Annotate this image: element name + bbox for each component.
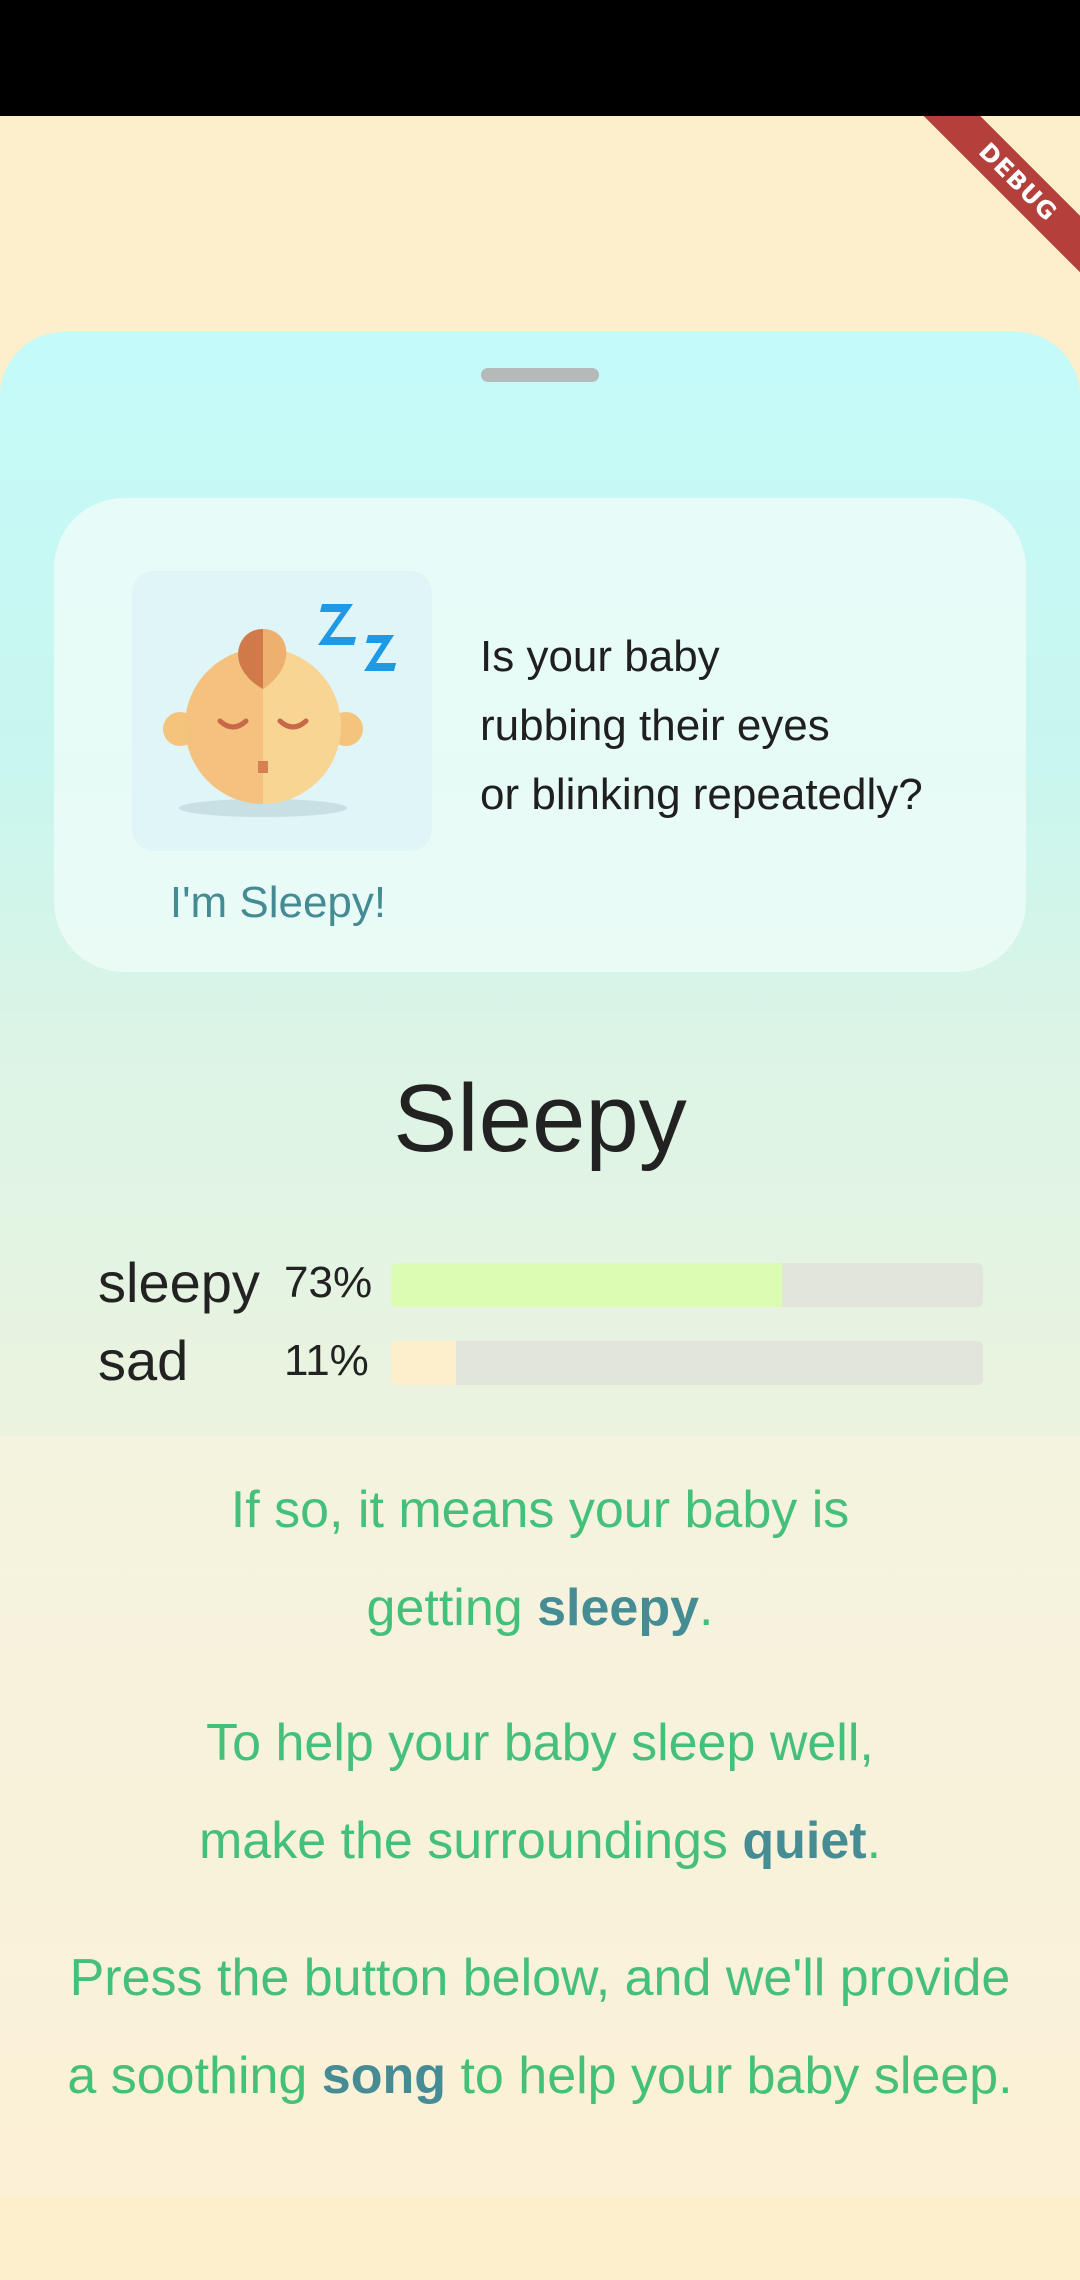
emotion-icon-box xyxy=(132,571,432,851)
advice-line: getting sleepy. xyxy=(366,1579,714,1637)
emotion-question: Is your baby rubbing their eyes or blink… xyxy=(480,622,1000,829)
advice-line: make the surroundings quiet. xyxy=(198,1812,882,1870)
probability-bar-fill xyxy=(391,1341,457,1385)
probability-bar-track xyxy=(391,1263,983,1307)
advice-paragraph-1: If so, it means your baby is getting sle… xyxy=(0,1461,1080,1657)
keyword-song: song xyxy=(321,2047,447,2105)
advice-line: If so, it means your baby is xyxy=(230,1481,850,1539)
probability-label: sleepy xyxy=(98,1251,260,1314)
emotion-card: I'm Sleepy! Is your baby rubbing their e… xyxy=(54,498,1026,972)
advice-paragraph-2: To help your baby sleep well, make the s… xyxy=(0,1694,1080,1890)
probability-row-sleepy: sleepy 73% xyxy=(0,1253,1080,1313)
question-line: or blinking repeatedly? xyxy=(480,770,923,819)
probability-bar-track xyxy=(391,1341,983,1385)
debug-banner: DEBUG xyxy=(910,116,1080,286)
result-title: Sleepy xyxy=(393,1065,687,1172)
probability-row-sad: sad 11% xyxy=(0,1331,1080,1391)
advice-line: To help your baby sleep well, xyxy=(206,1714,874,1772)
advice-paragraph-3: Press the button below, and we'll provid… xyxy=(0,1929,1080,2125)
status-bar xyxy=(0,0,1080,116)
probability-label: sad xyxy=(98,1329,189,1392)
advice-section: If so, it means your baby is getting sle… xyxy=(0,1436,1080,2196)
keyword-quiet: quiet xyxy=(742,1812,867,1870)
probability-bar-fill xyxy=(391,1263,782,1307)
question-line: Is your baby xyxy=(480,632,720,681)
probability-percent: 73% xyxy=(284,1258,373,1307)
sleeping-baby-icon xyxy=(163,604,396,817)
keyword-sleepy: sleepy xyxy=(537,1579,699,1637)
debug-label: DEBUG xyxy=(911,116,1080,286)
advice-line: Press the button below, and we'll provid… xyxy=(69,1949,1011,2007)
advice-line: a soothing song to help your baby sleep. xyxy=(67,2047,1013,2105)
emotion-caption: I'm Sleepy! xyxy=(169,878,387,927)
question-line: rubbing their eyes xyxy=(480,701,830,750)
sheet-drag-handle[interactable] xyxy=(481,368,599,382)
bottom-sheet: I'm Sleepy! Is your baby rubbing their e… xyxy=(0,332,1080,1436)
probability-percent: 11% xyxy=(284,1336,369,1385)
